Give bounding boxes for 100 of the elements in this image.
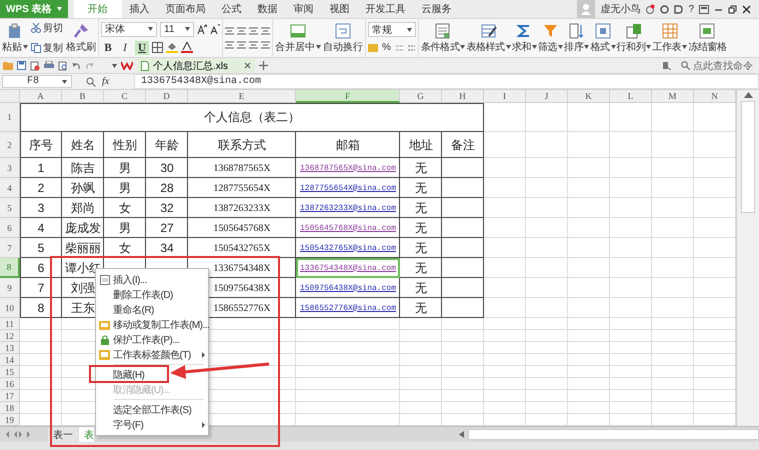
italic-button[interactable]: I — [118, 40, 132, 54]
indent-icon[interactable] — [261, 26, 270, 36]
row-header[interactable]: 16 — [0, 378, 20, 390]
ribbon-button[interactable]: 排序 — [564, 22, 590, 54]
export-icon[interactable] — [30, 60, 40, 70]
email-link[interactable]: 1336754348X@sina.com — [296, 258, 400, 278]
menu-tab[interactable]: 数据 — [250, 0, 286, 18]
align-right-icon[interactable] — [249, 40, 258, 50]
align-center-icon[interactable] — [237, 40, 246, 50]
save-icon[interactable] — [17, 61, 26, 70]
menu-item[interactable]: 插入(I)... — [113, 272, 147, 286]
email-link[interactable]: 1509756438X@sina.com — [296, 278, 400, 298]
sheet-tab[interactable]: 表 — [79, 427, 94, 442]
sheet-tab[interactable]: 表一 — [48, 427, 78, 442]
row-header[interactable]: 2 — [0, 132, 20, 158]
skin-icon[interactable] — [699, 4, 709, 14]
row-header[interactable]: 4 — [0, 178, 20, 198]
font-name-field[interactable]: 宋体 — [101, 22, 157, 36]
ribbon-button[interactable]: 表格样式 — [466, 22, 511, 54]
row-header[interactable]: 3 — [0, 158, 20, 178]
wrap-text-button[interactable]: 自动换行 — [323, 22, 363, 54]
menu-item[interactable]: 字号(F) — [113, 418, 144, 432]
cut-button[interactable]: 剪切 — [30, 20, 64, 36]
undo-icon[interactable] — [72, 62, 81, 70]
scroll-left-icon[interactable] — [459, 431, 464, 438]
menu-item[interactable]: 重命名(R) — [113, 302, 154, 316]
align-bottom-icon[interactable] — [249, 26, 258, 36]
row-header[interactable]: 15 — [0, 366, 20, 378]
ribbon-button[interactable]: 冻结窗格 — [688, 22, 727, 54]
ribbon-button[interactable]: 筛选 — [538, 22, 564, 54]
merge-center-button[interactable]: 合并居中 — [275, 22, 321, 54]
menu-tab[interactable]: 页面布局 — [158, 0, 214, 18]
row-header[interactable]: 8 — [0, 258, 20, 278]
column-header[interactable]: I — [484, 90, 526, 103]
format-painter-button[interactable]: 格式刷 — [66, 22, 96, 54]
paste-button[interactable]: 粘贴 — [2, 22, 28, 54]
row-header[interactable]: 12 — [0, 330, 20, 342]
row-header[interactable]: 17 — [0, 390, 20, 402]
menu-item[interactable]: 工作表标签颜色(T) — [113, 348, 191, 362]
column-header[interactable]: A — [20, 90, 62, 103]
close-icon[interactable] — [742, 4, 751, 14]
scrollbar-thumb[interactable] — [741, 101, 755, 213]
pin-icon[interactable] — [662, 61, 671, 70]
close-icon[interactable] — [244, 62, 251, 69]
grow-font-icon[interactable] — [197, 24, 207, 34]
menu-tab[interactable]: 审阅 — [286, 0, 322, 18]
email-link[interactable]: 1387263233X@sina.com — [296, 198, 400, 218]
restore-icon[interactable] — [728, 4, 737, 14]
horizontal-scrollbar[interactable] — [468, 429, 759, 440]
shrink-font-icon[interactable] — [210, 24, 220, 34]
menu-item[interactable]: 保护工作表(P)... — [113, 332, 180, 346]
insert-function-button[interactable]: fx — [102, 76, 110, 87]
row-header[interactable]: 10 — [0, 298, 20, 318]
plus-icon[interactable] — [259, 61, 268, 70]
bold-button[interactable]: B — [101, 40, 115, 54]
column-header[interactable]: K — [568, 90, 610, 103]
column-header[interactable]: G — [400, 90, 442, 103]
column-header[interactable]: L — [610, 90, 652, 103]
email-link[interactable]: 1287755654X@sina.com — [296, 178, 400, 198]
zoom-icon[interactable] — [86, 76, 96, 86]
document-tab[interactable]: 个人信息汇总.xls — [137, 58, 255, 73]
email-link[interactable]: 1505645768X@sina.com — [296, 218, 400, 238]
column-header[interactable]: J — [526, 90, 568, 103]
menu-tab[interactable]: 开始 — [74, 0, 122, 18]
scroll-up-icon[interactable] — [744, 92, 752, 98]
row-header[interactable]: 6 — [0, 218, 20, 238]
formula-input[interactable]: 1336754348X@sina.com — [134, 74, 759, 89]
align-middle-icon[interactable] — [237, 26, 246, 36]
menu-item[interactable]: 选定全部工作表(S) — [113, 402, 192, 416]
email-link[interactable]: 1368787565X@sina.com — [296, 158, 400, 178]
logo-icon[interactable] — [121, 61, 133, 70]
ribbon-button[interactable]: 条件格式 — [421, 22, 466, 54]
menu-item[interactable]: 隐藏(H) — [113, 368, 144, 382]
row-header[interactable]: 1 — [0, 103, 20, 132]
ribbon-button[interactable]: 行和列 — [616, 22, 652, 54]
menu-tab[interactable]: 云服务 — [414, 0, 460, 18]
increase-decimal-icon[interactable] — [394, 42, 404, 52]
row-header[interactable]: 13 — [0, 342, 20, 354]
column-header[interactable]: E — [188, 90, 296, 103]
column-header[interactable]: F — [296, 90, 400, 103]
font-color-icon[interactable] — [181, 42, 193, 53]
badge-icon[interactable] — [645, 4, 656, 14]
justify-icon[interactable] — [261, 40, 270, 50]
row-header[interactable]: 11 — [0, 318, 20, 330]
menu-tab[interactable]: 插入 — [122, 0, 158, 18]
decrease-decimal-icon[interactable] — [406, 42, 416, 52]
menu-tab[interactable]: 公式 — [214, 0, 250, 18]
percent-button[interactable]: % — [381, 41, 392, 54]
borders-icon[interactable] — [152, 42, 163, 53]
name-box[interactable]: F8 — [2, 75, 72, 88]
ribbon-button[interactable]: 工作表 — [652, 22, 688, 54]
column-header[interactable]: N — [694, 90, 736, 103]
row-header[interactable]: 19 — [0, 414, 20, 426]
row-header[interactable]: 14 — [0, 354, 20, 366]
column-header[interactable]: M — [652, 90, 694, 103]
menu-tab[interactable]: 视图 — [322, 0, 358, 18]
copy-button[interactable]: 复制 — [30, 40, 64, 56]
row-header[interactable]: 9 — [0, 278, 20, 298]
column-header[interactable]: D — [146, 90, 188, 103]
align-left-icon[interactable] — [225, 40, 234, 50]
